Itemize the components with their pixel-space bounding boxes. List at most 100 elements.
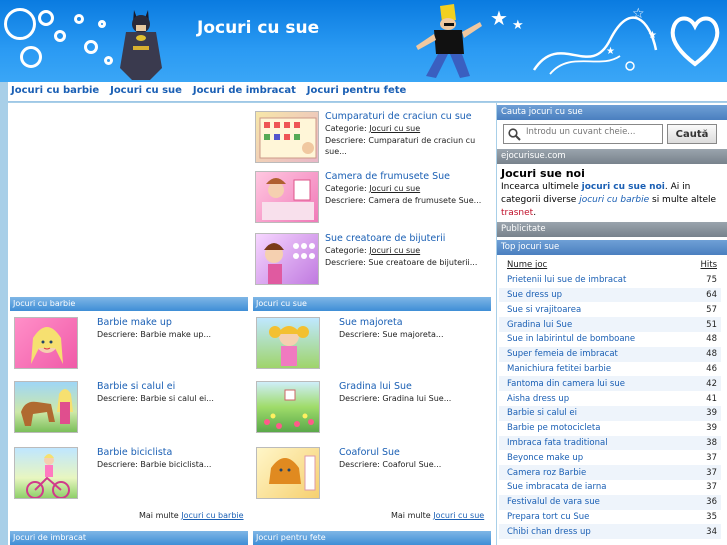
game-thumbnail[interactable] [255, 111, 319, 163]
category-label: Categorie: [325, 124, 367, 133]
category-link[interactable]: Jocuri cu sue [369, 124, 420, 133]
game-name-cell: Sue dress up [499, 287, 684, 303]
table-row: Chibi chan dress up 34 [499, 524, 721, 540]
top-game-link[interactable]: Festivalul de vara sue [507, 497, 600, 507]
top-game-link[interactable]: Fantoma din camera lui sue [507, 379, 625, 389]
game-thumbnail[interactable] [256, 317, 320, 369]
game-name-cell: Super femeia de imbracat [499, 346, 684, 362]
game-title-link[interactable]: Gradina lui Sue [339, 381, 412, 392]
section-header-barbie: Jocuri cu barbie [10, 297, 248, 311]
star-icon: ★ [512, 18, 524, 33]
intro-keyword-link[interactable]: jocuri cu sue noi [582, 182, 665, 192]
top-game-link[interactable]: Prietenii lui sue de imbracat [507, 275, 626, 285]
category-label: Categorie: [325, 246, 367, 255]
top-game-link[interactable]: Chibi chan dress up [507, 527, 591, 537]
more-barbie-link[interactable]: Jocuri cu barbie [181, 511, 243, 520]
game-name-cell: Barbie pe motocicleta [499, 421, 683, 436]
game-name-cell: Sue si vrajitoarea [499, 302, 683, 317]
search-section-header: Cauta jocuri cu sue [497, 105, 727, 120]
game-thumbnail[interactable] [14, 447, 78, 499]
game-thumbnail[interactable] [256, 447, 320, 499]
hits-cell: 41 [706, 393, 717, 404]
table-row: Sue dress up 64 [499, 287, 721, 303]
search-button[interactable]: Caută [667, 124, 717, 144]
intro-barbie-link[interactable]: jocuri cu barbie [579, 195, 649, 205]
top-game-link[interactable]: Aisha dress up [507, 394, 569, 404]
top-game-link[interactable]: Sue dress up [507, 290, 562, 300]
game-name-cell: Sue in labirintul de bomboane [499, 332, 683, 347]
game-description: Descriere: Barbie biciclista... [97, 460, 212, 469]
main-content: Cumparaturi de craciun cu sue Categorie:… [8, 103, 496, 545]
top-game-link[interactable]: Imbraca fata traditional [507, 438, 608, 448]
hits-cell: 38 [683, 435, 721, 451]
table-row: Beyonce make up 37 [499, 450, 721, 465]
site-title: Jocuri cu sue [197, 18, 320, 38]
game-item: Gradina lui Sue Descriere: Gradina lui S… [256, 381, 494, 439]
intro-text-part: si multe altele [652, 195, 717, 205]
game-title-link[interactable]: Camera de frumusete Sue [325, 171, 450, 182]
more-prefix: Mai multe [139, 511, 179, 520]
sidebar: Cauta jocuri cu sue Caută ejocurisue.com… [497, 103, 727, 545]
top-game-link[interactable]: Super femeia de imbracat [507, 349, 618, 359]
top-game-link[interactable]: Gradina lui Sue [507, 320, 572, 330]
game-name-cell: Beyonce make up [499, 450, 683, 465]
intro-trasnet-link[interactable]: trasnet [501, 208, 533, 218]
game-thumbnail[interactable] [255, 171, 319, 223]
more-sue-link[interactable]: Jocuri cu sue [433, 511, 484, 520]
top-game-link[interactable]: Manichiura fetitei barbie [507, 364, 611, 374]
game-thumbnail[interactable] [14, 317, 78, 369]
heart-icon [670, 16, 720, 67]
intro-text-part: . [533, 208, 537, 218]
category-link[interactable]: Jocuri cu sue [369, 184, 420, 193]
game-title-link[interactable]: Sue majoreta [339, 317, 403, 328]
search-icon [508, 128, 521, 141]
more-prefix: Mai multe [391, 511, 431, 520]
hits-cell: 64 [683, 287, 721, 303]
nav-jocuri-cu-barbie[interactable]: Jocuri cu barbie [8, 82, 102, 96]
top-game-link[interactable]: Barbie si calul ei [507, 408, 577, 418]
hits-cell: 35 [706, 511, 717, 522]
hits-cell: 48 [683, 346, 721, 362]
decor-bubble [74, 14, 84, 24]
category-link[interactable]: Jocuri cu sue [369, 246, 420, 255]
top-game-link[interactable]: Camera roz Barbie [507, 468, 586, 478]
main-nav: Jocuri cu barbie Jocuri cu sue Jocuri de… [8, 82, 727, 102]
top-game-link[interactable]: Sue in labirintul de bomboane [507, 334, 635, 344]
game-thumbnail[interactable] [255, 233, 319, 285]
game-title-link[interactable]: Barbie biciclista [97, 447, 172, 458]
game-item: Sue majoreta Descriere: Sue majoreta... [256, 317, 494, 375]
swirl-decor-image [532, 16, 658, 75]
column-header-hits[interactable]: Hits [683, 258, 721, 273]
top-game-link[interactable]: Barbie pe motocicleta [507, 423, 600, 433]
top-game-link[interactable]: Sue si vrajitoarea [507, 305, 581, 315]
hits-cell: 75 [706, 275, 717, 286]
top-game-link[interactable]: Beyonce make up [507, 453, 583, 463]
decor-bubble [38, 10, 54, 26]
table-row: Super femeia de imbracat 48 [499, 346, 721, 362]
hits-cell: 48 [706, 334, 717, 345]
nav-jocuri-de-imbracat[interactable]: Jocuri de imbracat [190, 82, 299, 96]
game-item: Coaforul Sue Descriere: Coaforul Sue... [256, 447, 494, 505]
decor-bubble [4, 8, 36, 40]
game-item: Barbie si calul ei Descriere: Barbie si … [14, 381, 252, 439]
game-title-link[interactable]: Cumparaturi de craciun cu sue [325, 111, 472, 122]
nav-jocuri-pentru-fete[interactable]: Jocuri pentru fete [304, 82, 410, 96]
game-description: Descriere: Cumparaturi de craciun cu sue… [325, 136, 476, 156]
johnny-bravo-character-image [416, 4, 482, 78]
nav-jocuri-cu-sue[interactable]: Jocuri cu sue [107, 82, 185, 96]
top-game-link[interactable]: Sue imbracata de iarna [507, 482, 606, 492]
game-title-link[interactable]: Barbie make up [97, 317, 172, 328]
table-row: Aisha dress up 41 [499, 391, 721, 406]
game-title-link[interactable]: Coaforul Sue [339, 447, 400, 458]
top-game-link[interactable]: Prepara tort cu Sue [507, 512, 589, 522]
column-header-name[interactable]: Nume joc [499, 258, 683, 273]
table-row: Sue imbracata de iarna 37 [499, 480, 721, 495]
game-name-cell: Barbie si calul ei [499, 405, 684, 421]
game-title-link[interactable]: Sue creatoare de bijuterii [325, 233, 445, 244]
table-row: Prietenii lui sue de imbracat 75 [499, 273, 721, 288]
game-thumbnail[interactable] [256, 381, 320, 433]
game-thumbnail[interactable] [14, 381, 78, 433]
game-name-cell: Gradina lui Sue [499, 317, 684, 332]
game-title-link[interactable]: Barbie si calul ei [97, 381, 175, 392]
search-input[interactable] [526, 127, 660, 137]
